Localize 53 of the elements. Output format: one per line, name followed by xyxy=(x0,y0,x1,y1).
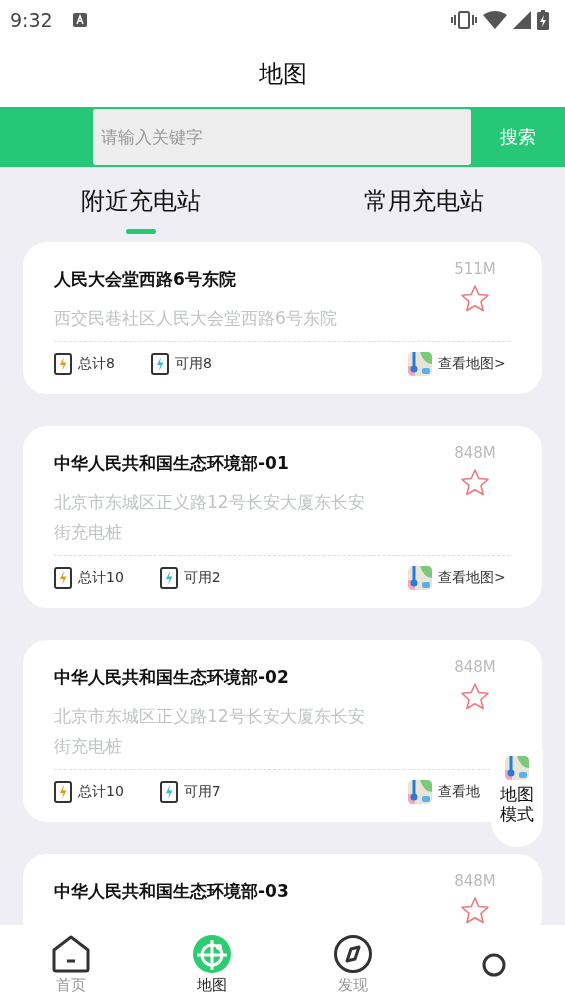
distance-label: 848M xyxy=(454,872,496,890)
map-target-icon xyxy=(191,934,232,974)
keyboard-notification-icon xyxy=(72,13,87,27)
view-map-link[interactable]: 查看地图> xyxy=(438,355,506,373)
distance-label: 848M xyxy=(454,658,496,676)
station-card[interactable]: 人民大会堂西路6号东院 西交民巷社区人民大会堂西路6号东院 511M 总计8 可用8 查看地图> xyxy=(23,242,542,394)
search-field[interactable]: 请输入关键字 xyxy=(93,109,471,165)
charger-available-icon xyxy=(159,567,178,589)
station-card[interactable]: 中华人民共和国生态环境部-01 北京市东城区正义路12号长安大厦东长安街充电桩 848M 总计10 可用2 查看地图> xyxy=(23,426,542,608)
charger-total-icon xyxy=(54,353,72,375)
station-card[interactable]: 中华人民共和国生态环境部-03 848M xyxy=(23,854,542,925)
station-address: 北京市东城区正义路12号长安大厦东长安街充电桩 xyxy=(54,491,366,544)
total-count: 总计10 xyxy=(78,569,124,587)
station-name: 中华人民共和国生态环境部-01 xyxy=(54,452,290,475)
available-count: 可用8 xyxy=(174,355,212,373)
map-mode-button[interactable]: 地图模式 xyxy=(491,750,543,847)
vibrate-icon xyxy=(451,11,477,29)
distance-label: 848M xyxy=(454,444,496,462)
charger-available-icon xyxy=(150,353,169,375)
station-address: 北京市东城区正义路12号长安大厦东长安街充电桩 xyxy=(54,705,366,758)
wifi-icon xyxy=(483,11,507,29)
nav-tab[interactable]: 地图 xyxy=(141,925,283,1004)
station-name: 中华人民共和国生态环境部-02 xyxy=(54,666,290,689)
charger-total-icon xyxy=(54,567,72,589)
available-count: 可用7 xyxy=(183,783,221,801)
favorite-star-icon[interactable] xyxy=(460,896,490,924)
profile-icon xyxy=(482,952,507,977)
tab[interactable]: 附近充电站 xyxy=(0,167,283,242)
distance-label: 511M xyxy=(454,260,496,278)
map-app-icon xyxy=(408,780,432,804)
compass-icon xyxy=(333,934,374,974)
map-app-icon xyxy=(408,566,432,590)
tab[interactable]: 常用充电站 xyxy=(282,167,565,242)
charger-available-icon xyxy=(159,781,178,803)
station-address: 西交民巷社区人民大会堂西路6号东院 xyxy=(54,307,338,330)
signal-icon xyxy=(513,11,531,29)
charger-total-icon xyxy=(54,781,72,803)
station-name: 中华人民共和国生态环境部-03 xyxy=(54,880,290,903)
total-count: 总计10 xyxy=(78,783,124,801)
view-map-link[interactable]: 查看地图> xyxy=(438,569,506,587)
map-app-icon xyxy=(408,352,432,376)
home-icon xyxy=(50,934,91,974)
favorite-star-icon[interactable] xyxy=(460,468,490,496)
map-app-icon xyxy=(505,756,529,780)
total-count: 总计8 xyxy=(78,355,115,373)
status-time: 9:32 xyxy=(10,9,53,31)
station-name: 人民大会堂西路6号东院 xyxy=(54,268,237,291)
available-count: 可用2 xyxy=(183,569,221,587)
page-title: 地图 xyxy=(258,58,307,90)
battery-icon xyxy=(537,10,549,30)
favorite-star-icon[interactable] xyxy=(460,284,490,312)
favorite-star-icon[interactable] xyxy=(460,682,490,710)
view-map-link[interactable]: 查看地 xyxy=(438,783,480,801)
